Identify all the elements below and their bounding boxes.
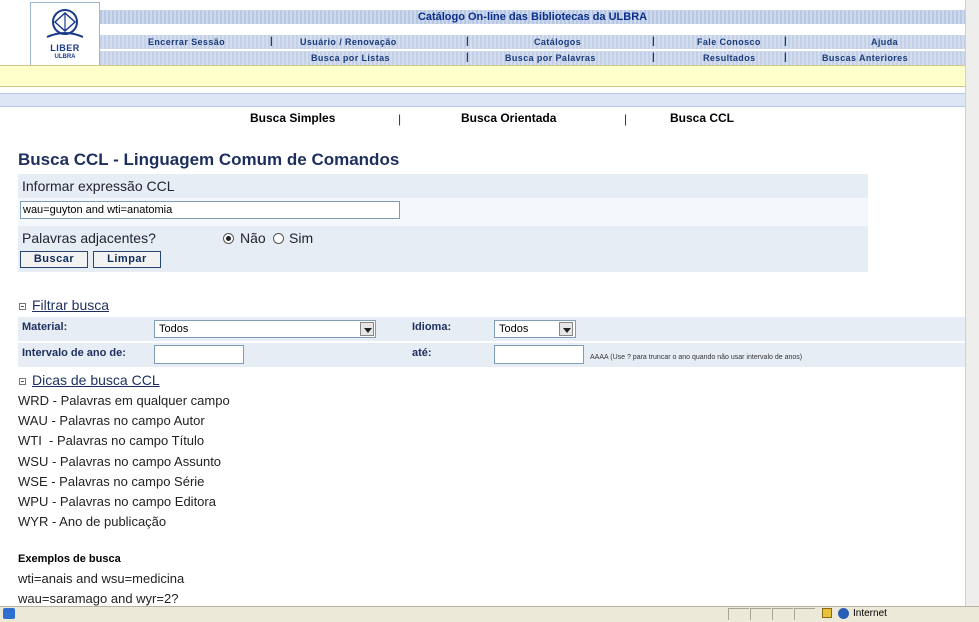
- nav-resultados[interactable]: Resultados: [703, 51, 756, 65]
- tip-item: WTI - Palavras no campo Título: [18, 433, 205, 448]
- status-cell: [772, 608, 793, 620]
- message-bar: [0, 65, 965, 87]
- tips-section-title[interactable]: Dicas de busca CCL: [32, 372, 160, 388]
- nav-encerrar-sessao[interactable]: Encerrar Sessão: [148, 35, 225, 49]
- ccl-expression-input[interactable]: wau=guyton and wti=anatomia: [20, 201, 400, 219]
- collapse-tips-icon[interactable]: [19, 378, 26, 385]
- collapse-filter-icon[interactable]: [19, 303, 26, 310]
- tip-item: WRD - Palavras em qualquer campo: [18, 393, 230, 408]
- vertical-scrollbar[interactable]: [965, 0, 979, 606]
- page-title: Busca CCL - Linguagem Comum de Comandos: [18, 150, 400, 169]
- tab-separator: |: [624, 112, 628, 126]
- nav-separator: |: [270, 36, 273, 47]
- nav-separator: |: [784, 36, 787, 47]
- tab-busca-ccl[interactable]: Busca CCL: [670, 111, 734, 125]
- filter-section-title[interactable]: Filtrar busca: [32, 297, 109, 313]
- liber-emblem-icon: [46, 9, 84, 38]
- nav-busca-palavras[interactable]: Busca por Palavras: [505, 51, 596, 65]
- liber-logo[interactable]: LIBER ULBRA: [30, 2, 100, 68]
- main-nav: Encerrar Sessão | Usuário / Renovação | …: [100, 34, 965, 49]
- catalog-title-bar: Catálogo On-line das Bibliotecas da ULBR…: [100, 10, 965, 24]
- year-to-input[interactable]: [494, 345, 584, 364]
- nav-separator: |: [466, 52, 469, 63]
- nav-fale-conosco[interactable]: Fale Conosco: [697, 35, 761, 49]
- logo-subtext: ULBRA: [54, 54, 76, 60]
- logo-text: LIBER: [50, 43, 80, 53]
- example-item: wti=anais and wsu=medicina: [18, 571, 185, 586]
- radio-sim[interactable]: [273, 233, 284, 244]
- expr-input-row: wau=guyton and wti=anatomia: [18, 198, 868, 226]
- nav-busca-listas[interactable]: Busca por Listas: [311, 51, 390, 65]
- tip-item: WSU - Palavras no campo Assunto: [18, 454, 222, 469]
- nav-separator: |: [652, 52, 655, 63]
- material-label: Material:: [22, 321, 68, 333]
- tip-item: WYR - Ano de publicação: [18, 514, 167, 529]
- radio-sim-label: Sim: [289, 230, 314, 246]
- example-item: wau=saramago and wyr=2?: [18, 591, 179, 606]
- filter-row-1: Material: Todos Idioma: Todos: [18, 317, 965, 341]
- nav-separator: |: [784, 52, 787, 63]
- tab-busca-orientada[interactable]: Busca Orientada: [461, 111, 556, 125]
- expr-label-row: Informar expressão CCL: [18, 174, 868, 198]
- adjacent-words-label: Palavras adjacentes?: [22, 230, 156, 246]
- tip-item: WAU - Palavras no campo Autor: [18, 413, 205, 428]
- catalog-title: Catálogo On-line das Bibliotecas da ULBR…: [417, 11, 648, 23]
- tip-item: WSE - Palavras no campo Série: [18, 474, 205, 489]
- options-panel: Palavras adjacentes? Não Sim Buscar Limp…: [18, 226, 868, 272]
- divider-band: [0, 93, 965, 107]
- chevron-down-icon[interactable]: [559, 322, 573, 336]
- status-cell: [794, 608, 815, 620]
- lock-icon: [822, 608, 832, 618]
- examples-title: Exemplos de busca: [18, 553, 121, 565]
- filter-row-2: Intervalo de ano de: até: AAAA (Use ? pa…: [18, 343, 965, 367]
- secondary-nav: Busca por Listas | Busca por Palavras | …: [100, 50, 965, 65]
- nav-buscas-anteriores[interactable]: Buscas Anteriores: [822, 51, 908, 65]
- status-bar: [0, 606, 979, 622]
- year-hint: AAAA (Use ? para truncar o ano quando nã…: [590, 354, 803, 361]
- nav-catalogos[interactable]: Catálogos: [534, 35, 581, 49]
- chevron-down-icon[interactable]: [360, 322, 374, 336]
- expr-label: Informar expressão CCL: [22, 178, 175, 194]
- status-cell: [750, 608, 771, 620]
- radio-nao-label: Não: [240, 230, 266, 246]
- nav-separator: |: [652, 36, 655, 47]
- zone-label: Internet: [853, 608, 887, 619]
- status-cell: [728, 608, 749, 620]
- year-from-input[interactable]: [154, 345, 244, 364]
- ie-page-icon: [3, 608, 15, 619]
- nav-usuario-renovacao[interactable]: Usuário / Renovação: [300, 35, 397, 49]
- globe-icon: [838, 608, 849, 619]
- year-to-label: até:: [412, 347, 432, 359]
- search-button[interactable]: Buscar: [20, 251, 88, 268]
- tab-separator: |: [398, 112, 402, 126]
- material-select[interactable]: Todos: [154, 320, 376, 338]
- nav-separator: |: [466, 36, 469, 47]
- clear-button[interactable]: Limpar: [93, 251, 161, 268]
- tip-item: WPU - Palavras no campo Editora: [18, 494, 216, 509]
- radio-nao[interactable]: [223, 233, 234, 244]
- nav-ajuda[interactable]: Ajuda: [871, 35, 898, 49]
- year-from-label: Intervalo de ano de:: [22, 347, 126, 359]
- idioma-label: Idioma:: [412, 321, 452, 333]
- tab-busca-simples[interactable]: Busca Simples: [250, 111, 335, 125]
